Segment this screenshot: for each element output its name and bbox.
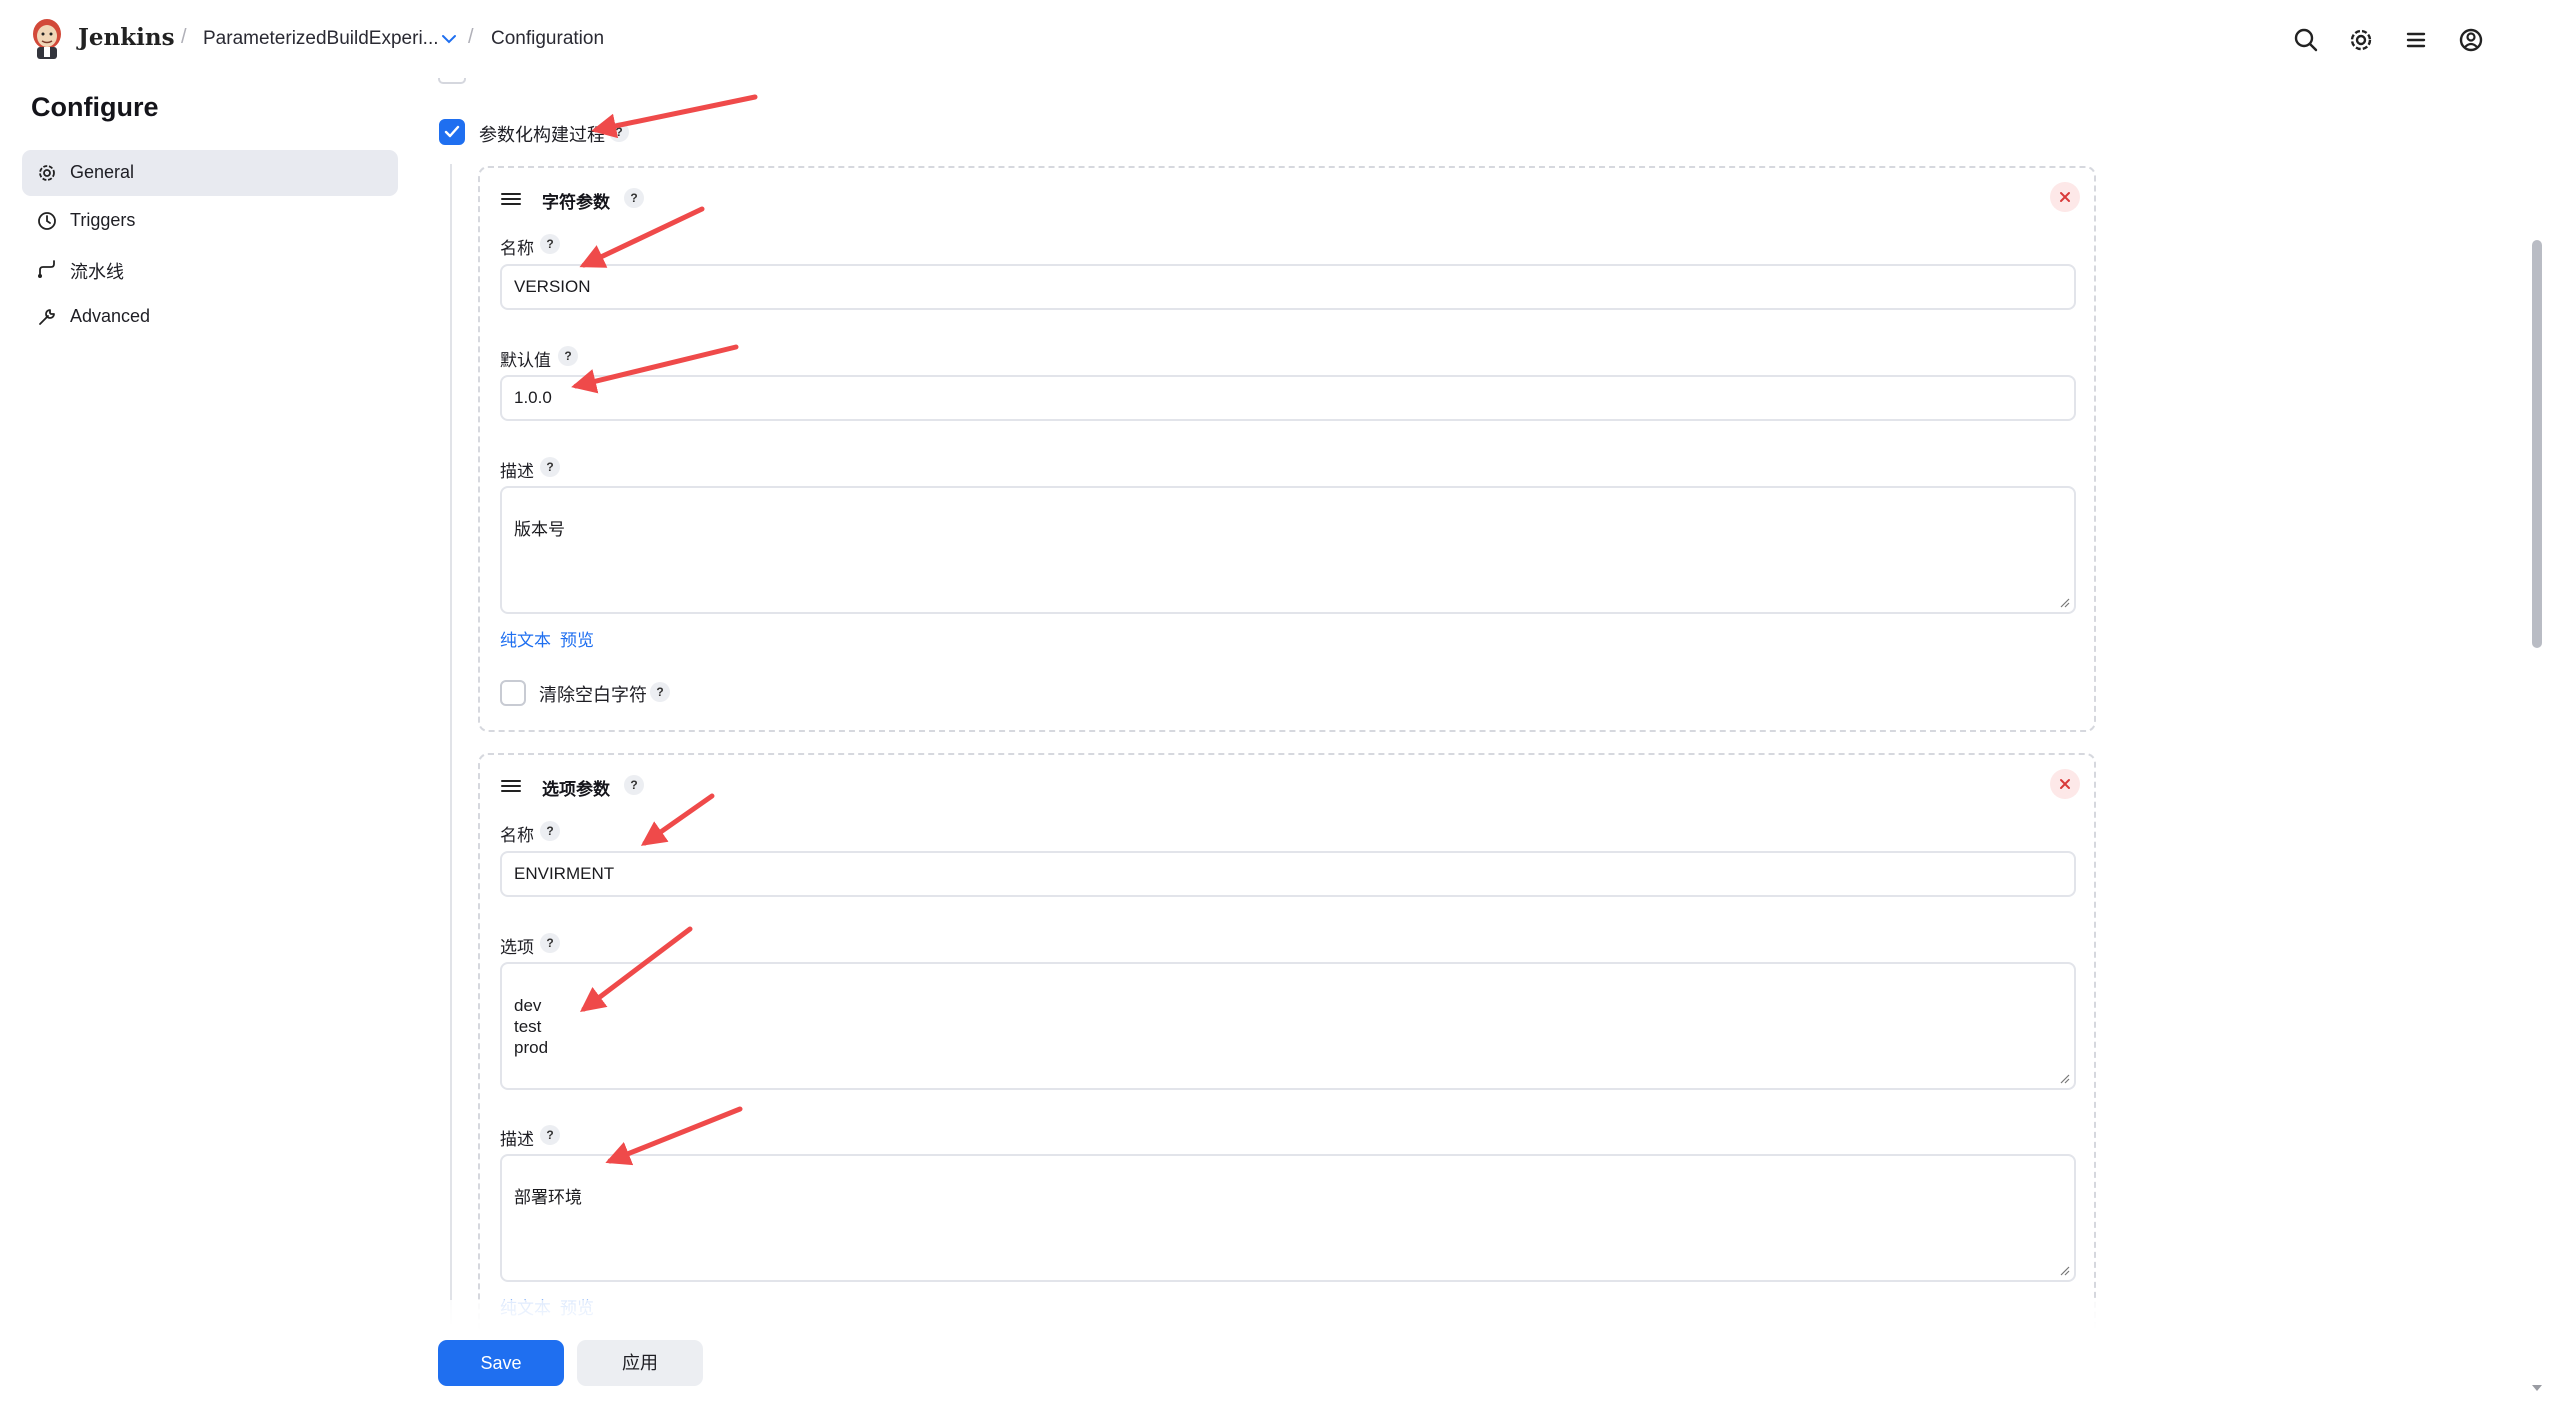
- delete-parameter-button[interactable]: [2050, 182, 2080, 212]
- string-parameter-card: 字符参数 ? 名称 ? VERSION 默认值 ? 1.0.0 描述 ? 版本号…: [478, 166, 2096, 732]
- breadcrumb-separator: /: [181, 26, 187, 48]
- description-text: 部署环境: [514, 1188, 582, 1207]
- drag-handle-icon[interactable]: [500, 777, 522, 795]
- search-icon[interactable]: [2290, 24, 2322, 56]
- resize-handle-icon[interactable]: [2058, 1264, 2070, 1276]
- sidebar-item-triggers[interactable]: Triggers: [22, 198, 398, 244]
- help-icon[interactable]: ?: [558, 346, 578, 366]
- help-icon[interactable]: ?: [540, 234, 560, 254]
- default-value-input[interactable]: 1.0.0: [500, 375, 2076, 421]
- top-header: Jenkins / ParameterizedBuildExperi... / …: [0, 0, 2549, 78]
- wrench-icon: [39, 309, 55, 325]
- breadcrumb-configuration[interactable]: Configuration: [491, 28, 604, 50]
- card-title: 字符参数: [542, 193, 610, 212]
- pipeline-icon: [38, 260, 55, 278]
- gear-icon: [39, 165, 55, 181]
- name-input[interactable]: ENVIRMENT: [500, 851, 2076, 897]
- choices-text: dev test prod: [514, 996, 549, 1057]
- name-input[interactable]: VERSION: [500, 264, 2076, 310]
- default-value-label: 默认值: [500, 351, 551, 370]
- save-button[interactable]: Save: [438, 1340, 564, 1386]
- description-label: 描述: [500, 1130, 534, 1149]
- trim-label[interactable]: 清除空白字符: [539, 681, 647, 707]
- brand-name[interactable]: Jenkins: [78, 24, 175, 51]
- close-icon: [2060, 779, 2070, 789]
- breadcrumb-job[interactable]: ParameterizedBuildExperi...: [203, 28, 439, 50]
- scroll-down-icon[interactable]: [2531, 1383, 2543, 1393]
- drag-handle-icon[interactable]: [500, 190, 522, 208]
- parameterized-build-checkbox[interactable]: [439, 119, 465, 145]
- choice-parameter-card: 选项参数 ? 名称 ? ENVIRMENT 选项 ? dev test prod…: [478, 753, 2096, 1353]
- sidebar-item-label: 流水线: [70, 262, 124, 282]
- sidebar-item-label: Triggers: [70, 210, 136, 230]
- scrollbar-thumb[interactable]: [2532, 240, 2542, 648]
- delete-parameter-button[interactable]: [2050, 769, 2080, 799]
- clock-icon: [38, 212, 56, 230]
- page-title: Configure: [31, 92, 159, 122]
- help-icon[interactable]: ?: [624, 775, 644, 795]
- check-icon: [444, 125, 460, 138]
- description-label: 描述: [500, 462, 534, 481]
- jenkins-logo-icon[interactable]: [28, 16, 66, 60]
- sidebar-item-label: Advanced: [70, 306, 151, 326]
- description-textarea[interactable]: 版本号: [500, 486, 2076, 614]
- sidebar-item-advanced[interactable]: Advanced: [22, 294, 398, 340]
- help-icon[interactable]: ?: [540, 821, 560, 841]
- chevron-down-icon[interactable]: [438, 28, 460, 50]
- breadcrumb-separator: /: [468, 26, 474, 48]
- preview-link[interactable]: 预览: [560, 626, 594, 651]
- description-textarea[interactable]: 部署环境: [500, 1154, 2076, 1282]
- plain-text-link[interactable]: 纯文本: [500, 626, 551, 651]
- resize-handle-icon[interactable]: [2058, 596, 2070, 608]
- sidebar-item-pipeline[interactable]: 流水线: [22, 246, 398, 292]
- choices-label: 选项: [500, 938, 534, 957]
- jenkins-configure-page: { "header": { "brand": "Jenkins", "bread…: [0, 0, 2549, 1403]
- help-icon[interactable]: ?: [650, 682, 670, 702]
- resize-handle-icon[interactable]: [2058, 1072, 2070, 1084]
- help-icon[interactable]: ?: [624, 188, 644, 208]
- sidebar-item-label: General: [70, 162, 135, 182]
- choices-textarea[interactable]: dev test prod: [500, 962, 2076, 1090]
- name-label: 名称: [500, 239, 534, 258]
- name-label: 名称: [500, 826, 534, 845]
- card-title: 选项参数: [542, 780, 610, 799]
- menu-icon[interactable]: [2400, 24, 2432, 56]
- help-icon[interactable]: ?: [540, 457, 560, 477]
- trim-checkbox[interactable]: [500, 680, 526, 706]
- help-icon[interactable]: ?: [609, 122, 629, 142]
- help-icon[interactable]: ?: [540, 1125, 560, 1145]
- gear-icon[interactable]: [2345, 24, 2377, 56]
- user-icon[interactable]: [2455, 24, 2487, 56]
- close-icon: [2060, 192, 2070, 202]
- description-text: 版本号: [514, 520, 565, 539]
- section-divider: [450, 164, 452, 1324]
- sidebar-item-general[interactable]: General: [22, 150, 398, 196]
- parameterized-build-label[interactable]: 参数化构建过程: [479, 121, 605, 147]
- help-icon[interactable]: ?: [540, 933, 560, 953]
- apply-button[interactable]: 应用: [577, 1340, 703, 1386]
